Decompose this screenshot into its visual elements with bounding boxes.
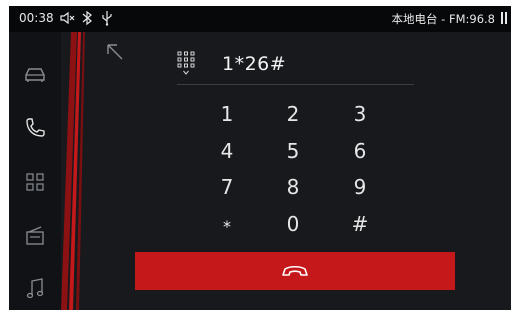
car-display: 00:38 本地电台 - FM:96.8 1*26# 1 2 3 4 5 6 7… (9, 6, 511, 310)
grid-icon (26, 173, 44, 191)
sidebar-item-car[interactable] (17, 56, 53, 92)
key-6[interactable]: 6 (335, 136, 385, 166)
key-star[interactable]: * (202, 212, 252, 242)
key-4[interactable]: 4 (202, 136, 252, 166)
accent-stripes (61, 32, 85, 310)
collapse-arrow-icon[interactable] (105, 42, 125, 62)
hang-up-icon (282, 265, 308, 276)
pause-icon[interactable] (500, 12, 508, 24)
key-8[interactable]: 8 (268, 172, 318, 202)
phone-icon (26, 118, 45, 137)
key-2[interactable]: 2 (268, 99, 318, 129)
status-time: 00:38 (19, 11, 54, 25)
key-9[interactable]: 9 (335, 172, 385, 202)
sidebar-item-apps[interactable] (17, 164, 53, 200)
dialed-number[interactable]: 1*26# (222, 53, 286, 75)
sidebar (9, 32, 61, 310)
sidebar-item-phone[interactable] (17, 110, 53, 146)
key-1[interactable]: 1 (202, 99, 252, 129)
radio-station-info[interactable]: 本地电台 - FM:96.8 (392, 11, 495, 27)
car-icon (25, 68, 45, 82)
music-note-icon (26, 278, 44, 299)
key-7[interactable]: 7 (202, 172, 252, 202)
key-hash[interactable]: # (335, 209, 385, 239)
dialpad-toggle-icon[interactable] (176, 50, 196, 76)
sidebar-item-music[interactable] (17, 270, 53, 306)
radio-icon (26, 226, 44, 245)
input-divider (177, 84, 414, 85)
status-bar: 00:38 本地电台 - FM:96.8 (9, 6, 511, 32)
key-5[interactable]: 5 (268, 136, 318, 166)
key-0[interactable]: 0 (268, 209, 318, 239)
end-call-button[interactable] (135, 252, 455, 290)
sidebar-item-radio[interactable] (17, 218, 53, 254)
bluetooth-icon (81, 10, 95, 26)
mute-icon (59, 10, 75, 26)
usb-icon (100, 10, 114, 26)
key-3[interactable]: 3 (335, 99, 385, 129)
